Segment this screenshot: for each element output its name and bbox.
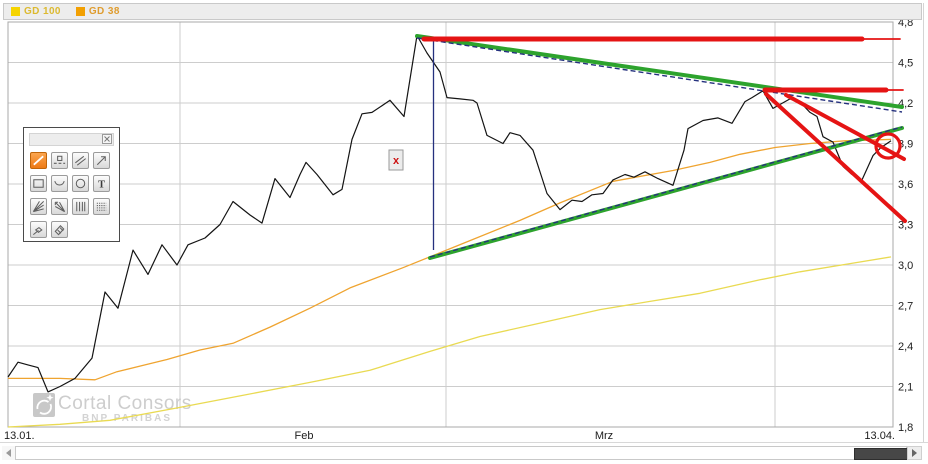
right-arrow-icon [912, 449, 917, 457]
horizontal-scrollbar[interactable] [2, 446, 922, 460]
chart-canvas[interactable]: Cortal ConsorsBNP PARIBAS4,84,54,23,93,6… [0, 0, 928, 444]
watermark-sub: BNP PARIBAS [82, 413, 172, 424]
watermark-brand: Cortal Consors [58, 393, 192, 414]
legend-label: GD 100 [24, 6, 61, 17]
trend-arrow-icon [94, 153, 109, 168]
chart-legend: GD 100 GD 38 [3, 3, 922, 20]
y-axis-label: 1,8 [898, 422, 913, 434]
ellipse-tool-button[interactable] [72, 175, 89, 192]
x-axis-label: Mrz [595, 430, 613, 442]
x-axis-label: Feb [295, 430, 314, 442]
arrow-fan-icon [52, 199, 67, 214]
scrollbar-thumb[interactable] [854, 448, 908, 460]
fan-lines-icon [31, 199, 46, 214]
y-axis-label: 2,4 [898, 341, 913, 353]
fan-lines-tool-button[interactable] [30, 198, 47, 215]
scroll-right-button[interactable] [907, 446, 922, 460]
vertical-lines-icon [73, 199, 88, 214]
trend-arrow-tool-button[interactable] [93, 152, 110, 169]
text-tool-button[interactable]: T [93, 175, 110, 192]
horizontal-line-icon [52, 153, 67, 168]
scrollbar-track[interactable] [15, 446, 907, 460]
x-axis-label: 13.01. [4, 430, 35, 442]
y-axis-label: 4,5 [898, 58, 913, 70]
legend-swatch-icon [11, 7, 20, 16]
legend-label: GD 38 [89, 6, 120, 17]
trend-line-icon [31, 153, 46, 168]
horizontal-line-tool-button[interactable] [51, 152, 68, 169]
vertical-lines-tool-button[interactable] [72, 198, 89, 215]
eraser-icon [52, 222, 67, 237]
tool-grid: T [30, 152, 110, 238]
left-arrow-icon [6, 449, 11, 457]
drawing-toolbar-palette[interactable]: T [23, 127, 120, 242]
y-axis-label: 3,0 [898, 260, 913, 272]
trend-line-tool-button[interactable] [30, 152, 47, 169]
legend-item: GD 38 [76, 6, 120, 17]
scroll-left-button[interactable] [2, 446, 15, 460]
rectangle-icon [31, 176, 46, 191]
grid-icon [94, 199, 109, 214]
delete-drawing-icon [31, 222, 46, 237]
svg-text:T: T [98, 179, 105, 190]
legend-swatch-icon [76, 7, 85, 16]
x-marker-label: x [393, 155, 400, 167]
arc-icon [52, 176, 67, 191]
delete-drawing-tool-button[interactable] [30, 221, 47, 238]
eraser-tool-button[interactable] [51, 221, 68, 238]
palette-titlebar[interactable] [29, 133, 114, 146]
y-axis-label: 3,6 [898, 179, 913, 191]
rectangle-tool-button[interactable] [30, 175, 47, 192]
grid-tool-button[interactable] [93, 198, 110, 215]
text-icon: T [94, 176, 109, 191]
palette-close-icon[interactable] [102, 134, 112, 144]
arrow-fan-tool-button[interactable] [51, 198, 68, 215]
arc-tool-button[interactable] [51, 175, 68, 192]
parallel-channel-tool-button[interactable] [72, 152, 89, 169]
legend-item: GD 100 [11, 6, 61, 17]
y-axis-label: 2,7 [898, 301, 913, 313]
x-axis-label: 13.04. [864, 430, 895, 442]
y-axis-label: 2,1 [898, 382, 913, 394]
ellipse-icon [73, 176, 88, 191]
parallel-channel-icon [73, 153, 88, 168]
